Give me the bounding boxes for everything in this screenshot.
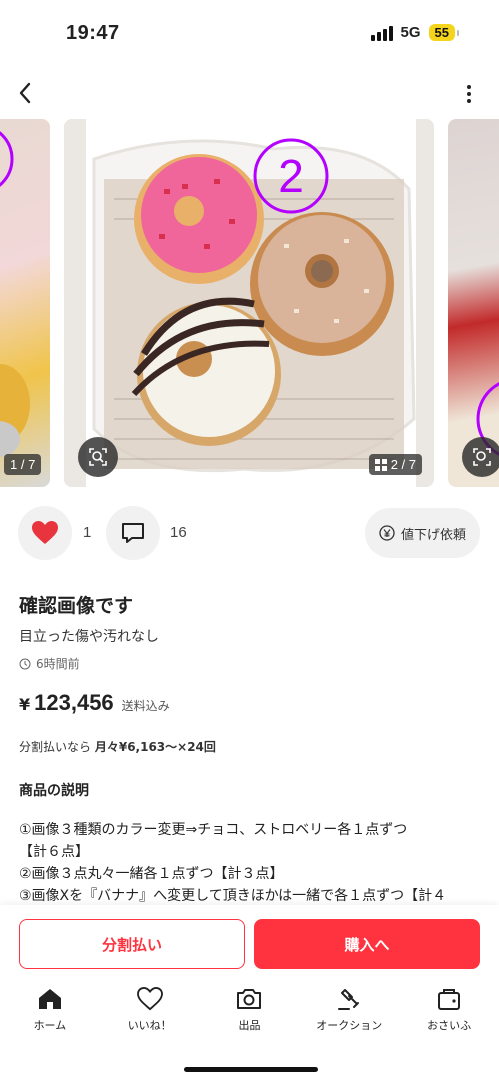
buy-button[interactable]: 購入へ xyxy=(254,919,480,969)
tab-likes[interactable]: いいね！ xyxy=(100,985,200,1045)
heart-icon xyxy=(32,521,58,544)
item-actions: 1 16 値下げ依頼 xyxy=(18,506,480,562)
dot-icon xyxy=(467,85,471,89)
network-type: 5G xyxy=(400,24,421,41)
price-row: ¥ 123,456 送料込み xyxy=(19,690,170,716)
shipping-note: 送料込み xyxy=(121,699,170,713)
like-count: 1 xyxy=(83,524,92,541)
image-carousel[interactable]: 1 / 7 2 2 / 7 xyxy=(0,119,499,487)
status-indicators: 5G 55 xyxy=(370,24,460,41)
signal-icon xyxy=(370,25,393,41)
currency-symbol: ¥ xyxy=(19,695,31,714)
main-slide[interactable]: 2 2 / 7 xyxy=(64,119,434,487)
price-request-label: 値下げ依頼 xyxy=(400,527,466,543)
item-description: ①画像３種類のカラー変更⇒チョコ、ストロベリー各１点ずつ 【計６点】 ②画像３点… xyxy=(19,822,447,904)
installment-prefix: 分割払いなら xyxy=(19,740,92,754)
nav-bar xyxy=(0,74,499,114)
status-time: 19:47 xyxy=(66,22,120,44)
tab-label: おさいふ xyxy=(427,1019,472,1032)
more-options-button[interactable] xyxy=(459,80,479,108)
tab-sell[interactable]: 出品 xyxy=(200,985,300,1045)
annotation-number: 2 xyxy=(278,150,304,202)
home-indicator xyxy=(184,1067,318,1072)
previous-slide[interactable]: 1 / 7 xyxy=(0,119,50,487)
grid-icon xyxy=(374,458,387,471)
next-zoom-button[interactable] xyxy=(462,437,499,477)
item-condition: 目立った傷や汚れなし xyxy=(19,629,159,645)
comment-count: 16 xyxy=(170,524,187,541)
price-request-button[interactable]: 値下げ依頼 xyxy=(364,508,480,558)
back-button[interactable] xyxy=(10,78,40,108)
price: 123,456 xyxy=(34,690,114,715)
comment-button[interactable] xyxy=(106,506,160,560)
zoom-icon xyxy=(89,448,107,466)
like-button[interactable] xyxy=(18,506,72,560)
split-payment-button[interactable]: 分割払い xyxy=(19,919,245,969)
heart-icon xyxy=(136,985,164,1013)
posted-time-text: 6時間前 xyxy=(36,657,80,671)
installment-info: 分割払いなら 月々¥6,163〜×24回 xyxy=(19,738,216,755)
tab-bar: ホーム いいね！ 出品 オークション おさいふ xyxy=(0,985,499,1045)
tab-auction[interactable]: オークション xyxy=(299,985,399,1045)
posted-time: 6時間前 xyxy=(19,655,80,672)
camera-icon xyxy=(235,985,263,1013)
tab-label: オークション xyxy=(316,1019,383,1032)
tab-label: いいね！ xyxy=(127,1019,172,1032)
home-icon xyxy=(36,985,64,1013)
tab-label: 出品 xyxy=(238,1019,261,1032)
wallet-icon xyxy=(435,985,463,1013)
gavel-icon xyxy=(335,985,363,1013)
previous-photo xyxy=(0,131,30,457)
chevron-left-icon xyxy=(19,82,31,104)
previous-slide-counter: 1 / 7 xyxy=(4,454,42,475)
description-title: 商品の説明 xyxy=(19,783,89,799)
zoom-icon xyxy=(473,448,491,466)
tab-label: ホーム xyxy=(33,1019,67,1032)
battery-icon: 55 xyxy=(428,24,460,41)
comment-icon xyxy=(122,523,144,543)
yen-coin-icon xyxy=(379,525,395,541)
tab-home[interactable]: ホーム xyxy=(0,985,100,1045)
slide-counter-text: 2 / 7 xyxy=(390,457,416,472)
next-photo xyxy=(476,382,499,456)
installment-value: 月々¥6,163〜×24回 xyxy=(94,740,216,754)
slide-counter: 2 / 7 xyxy=(368,454,422,475)
donuts-photo: 2 xyxy=(64,119,434,487)
zoom-button[interactable] xyxy=(78,437,118,477)
status-bar: 19:47 5G 55 xyxy=(0,0,499,64)
item-title: 確認画像です xyxy=(19,595,134,617)
dot-icon xyxy=(467,92,471,96)
clock-icon xyxy=(19,658,31,669)
next-slide[interactable] xyxy=(448,119,499,487)
tab-wallet[interactable]: おさいふ xyxy=(399,985,499,1045)
dot-icon xyxy=(467,99,471,103)
